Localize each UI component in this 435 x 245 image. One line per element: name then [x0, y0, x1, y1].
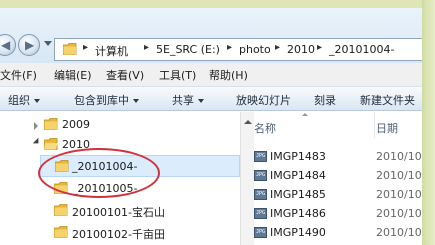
include-in-library-label: 包含到库中: [74, 94, 129, 107]
tree-item-label: 20100101-宝石山: [72, 206, 165, 219]
folder-icon: [44, 118, 58, 130]
tree-item-label: 20100102-千亩田: [72, 228, 165, 241]
jpg-icon-label: JPG: [256, 229, 266, 235]
folder-icon: [54, 204, 68, 216]
back-arrow-icon: ◀: [1, 38, 11, 52]
file-row[interactable]: JPG IMGP1483 2010/10: [254, 148, 422, 166]
navigation-scrollbar[interactable]: [240, 112, 254, 245]
menu-edit[interactable]: 编辑(E): [54, 67, 92, 83]
jpg-icon-label: JPG: [256, 210, 266, 216]
address-input[interactable]: ▸ 计算机 ▸ 5E_SRC (E:) ▸ photo ▸ 2010 ▸ _20…: [54, 38, 422, 61]
tree-item-folder[interactable]: 20100102-千亩田: [0, 222, 240, 244]
breadcrumb-separator-icon[interactable]: ▸: [227, 42, 232, 53]
forward-button[interactable]: ▶: [18, 34, 40, 56]
tree-item-2009[interactable]: 2009: [0, 114, 240, 136]
menu-tools[interactable]: 工具(T): [159, 67, 196, 83]
jpg-file-icon: JPG: [254, 189, 267, 200]
breadcrumb-computer[interactable]: 计算机: [95, 43, 128, 59]
scroll-up-icon[interactable]: [244, 120, 252, 124]
back-button[interactable]: ◀: [0, 34, 16, 56]
column-header-date[interactable]: 日期: [376, 112, 422, 138]
file-row[interactable]: JPG IMGP1490 2010/10: [254, 224, 422, 242]
burn-button[interactable]: 刻录: [314, 92, 336, 108]
file-row[interactable]: JPG IMGP1485 2010/10: [254, 186, 422, 204]
column-divider[interactable]: [374, 112, 375, 138]
file-date: 2010/10: [376, 226, 422, 239]
window-frame-right: [422, 0, 435, 245]
jpg-icon-label: JPG: [256, 172, 266, 178]
menu-view[interactable]: 查看(V): [106, 67, 144, 83]
folder-open-icon: [44, 138, 58, 150]
organize-label: 组织: [8, 94, 30, 107]
breadcrumb-separator-icon[interactable]: ▸: [275, 42, 280, 53]
file-name: IMGP1490: [270, 226, 326, 239]
tree-item-folder[interactable]: 20100101-宝石山: [0, 200, 240, 222]
share-button[interactable]: 共享: [172, 92, 204, 108]
file-name: IMGP1486: [270, 207, 326, 220]
breadcrumb-current-folder[interactable]: _20101004-: [329, 43, 394, 56]
address-bar-area: ◀ ▶ ▸ 计算机 ▸ 5E_SRC (E:) ▸ photo ▸ 2010 ▸…: [0, 8, 422, 63]
include-in-library-button[interactable]: 包含到库中: [74, 92, 139, 108]
file-name: IMGP1484: [270, 169, 326, 182]
jpg-icon-label: JPG: [256, 153, 266, 159]
sort-ascending-icon: [302, 113, 308, 116]
red-annotation-oval: [38, 148, 160, 198]
column-header-date-label: 日期: [376, 122, 398, 135]
chevron-down-icon: [198, 99, 204, 103]
forward-arrow-icon: ▶: [25, 38, 35, 52]
breadcrumb-separator-icon[interactable]: ▸: [83, 42, 88, 53]
breadcrumb-separator-icon[interactable]: ▸: [317, 42, 322, 53]
breadcrumb-photo[interactable]: photo: [239, 43, 271, 56]
jpg-file-icon: JPG: [254, 227, 267, 238]
file-date: 2010/10: [376, 188, 422, 201]
file-date: 2010/10: [376, 207, 422, 220]
menu-help[interactable]: 帮助(H): [209, 67, 248, 83]
folder-icon: [54, 226, 68, 238]
recent-locations-dropdown-icon[interactable]: [44, 41, 52, 46]
file-row[interactable]: JPG IMGP1484 2010/10: [254, 167, 422, 185]
file-name: IMGP1485: [270, 188, 326, 201]
command-toolbar: 组织 包含到库中 共享 放映幻灯片 刻录 新建文件夹: [0, 86, 422, 111]
slideshow-button[interactable]: 放映幻灯片: [236, 92, 291, 108]
chevron-down-icon: [133, 99, 139, 103]
column-header-name[interactable]: 名称: [254, 112, 374, 138]
file-date: 2010/10: [376, 169, 422, 182]
share-label: 共享: [172, 94, 194, 107]
breadcrumb-drive[interactable]: 5E_SRC (E:): [156, 43, 220, 56]
file-date: 2010/10: [376, 150, 422, 163]
jpg-file-icon: JPG: [254, 151, 267, 162]
tree-item-label: 2009: [62, 118, 90, 131]
menu-bar: 文件(F) 编辑(E) 查看(V) 工具(T) 帮助(H): [0, 63, 422, 86]
jpg-file-icon: JPG: [254, 208, 267, 219]
jpg-file-icon: JPG: [254, 170, 267, 181]
window-frame-top: [0, 0, 435, 8]
new-folder-button[interactable]: 新建文件夹: [360, 92, 415, 108]
file-row[interactable]: JPG IMGP1486 2010/10: [254, 205, 422, 223]
file-list-pane: 名称 日期 JPG IMGP1483 2010/10 JPG IMGP1484 …: [254, 112, 422, 245]
file-name: IMGP1483: [270, 150, 326, 163]
collapse-arrow-icon[interactable]: [32, 137, 42, 147]
breadcrumb-separator-icon[interactable]: ▸: [144, 42, 149, 53]
breadcrumb-year[interactable]: 2010: [287, 43, 315, 56]
column-header-name-label: 名称: [254, 122, 276, 135]
folder-icon: [63, 43, 77, 55]
expand-arrow-icon[interactable]: [34, 122, 38, 130]
jpg-icon-label: JPG: [256, 191, 266, 197]
chevron-down-icon: [34, 99, 40, 103]
menu-file[interactable]: 文件(F): [0, 67, 37, 83]
organize-button[interactable]: 组织: [8, 92, 40, 108]
